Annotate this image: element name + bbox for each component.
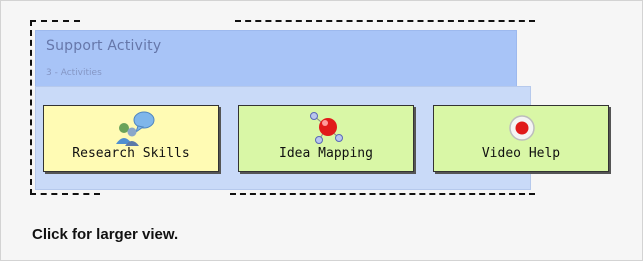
- research-skills-button[interactable]: Research Skills: [43, 105, 219, 172]
- selection-border-top-right: [235, 20, 535, 22]
- selection-border-bottom-left: [30, 193, 100, 195]
- activity-title: Support Activity: [46, 38, 162, 54]
- users-chat-icon: [44, 110, 218, 146]
- activity-panel-image[interactable]: Support Activity 3 - Activities Research…: [30, 20, 609, 195]
- selection-border-top-left: [30, 20, 80, 22]
- selection-border-left: [30, 20, 32, 195]
- activity-subtitle: 3 - Activities: [46, 68, 102, 78]
- molecule-icon: [239, 110, 413, 146]
- record-icon: [434, 110, 608, 146]
- idea-mapping-button[interactable]: Idea Mapping: [238, 105, 414, 172]
- video-help-button[interactable]: Video Help: [433, 105, 609, 172]
- selection-border-bottom-right: [230, 193, 535, 195]
- video-help-label: Video Help: [481, 146, 561, 161]
- research-skills-label: Research Skills: [72, 146, 190, 161]
- idea-mapping-label: Idea Mapping: [279, 146, 373, 161]
- click-for-larger-view-link[interactable]: Click for larger view.: [32, 226, 178, 243]
- activity-header: Support Activity 3 - Activities: [35, 30, 517, 90]
- activity-buttons-area: Research Skills Idea Mapping Video Help: [35, 86, 609, 190]
